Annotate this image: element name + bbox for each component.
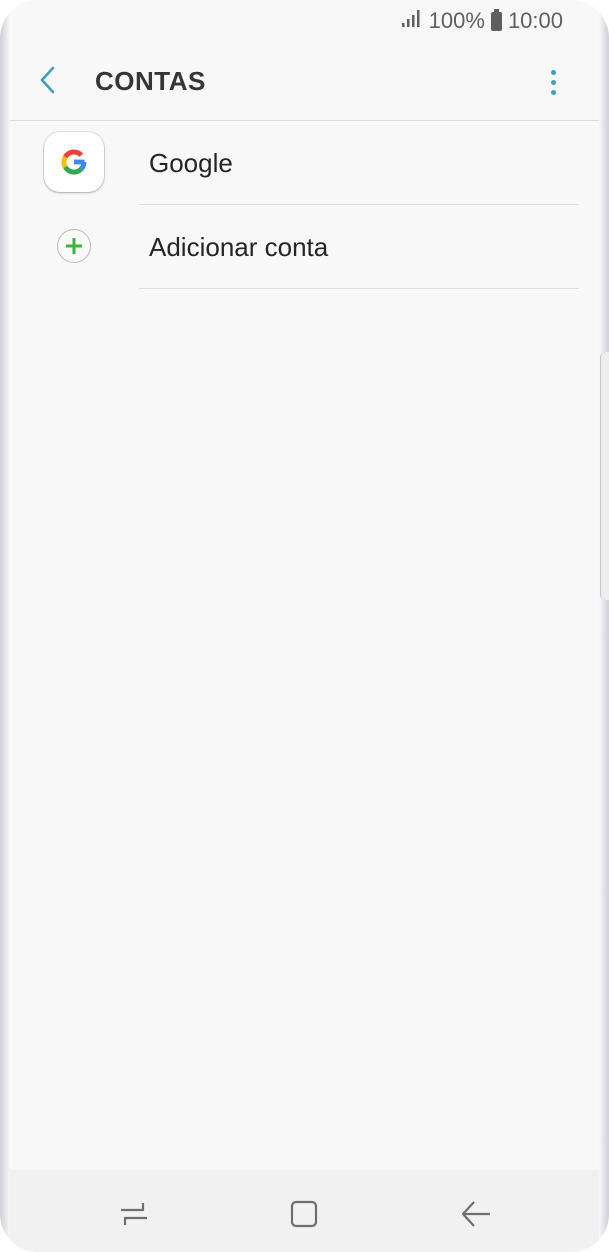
- battery-percentage: 100%: [428, 8, 485, 33]
- status-indicators: 100% 10:00: [401, 8, 563, 34]
- chevron-left-icon: [40, 66, 55, 94]
- battery-icon: [490, 9, 502, 31]
- navigation-bar: [10, 1170, 599, 1252]
- home-icon: [290, 1200, 318, 1228]
- page-title: CONTAS: [95, 66, 206, 96]
- side-edge-handle[interactable]: [600, 352, 609, 600]
- status-bar: 100% 10:00: [10, 0, 599, 44]
- list-item-add-account[interactable]: Adicionar conta: [10, 205, 599, 289]
- back-arrow-icon: [461, 1201, 490, 1227]
- clock: 10:00: [507, 8, 563, 33]
- add-account-label: Adicionar conta: [149, 232, 329, 262]
- recents-button[interactable]: [114, 1194, 154, 1234]
- home-button[interactable]: [284, 1194, 324, 1234]
- more-options-button[interactable]: [537, 64, 569, 100]
- nav-back-button[interactable]: [456, 1194, 496, 1234]
- recents-icon: [121, 1203, 147, 1225]
- account-list: Google Adicionar conta: [10, 121, 599, 289]
- screen: 100% 10:00 CONTAS Google Adicionar conta: [10, 0, 599, 1252]
- back-button[interactable]: [30, 62, 66, 98]
- divider: [139, 288, 579, 289]
- list-item-google-account[interactable]: Google: [10, 121, 599, 205]
- add-circle-icon: [57, 229, 91, 263]
- more-vertical-icon: [550, 69, 556, 75]
- google-icon: [44, 132, 104, 192]
- account-label: Google: [149, 148, 233, 178]
- app-bar: CONTAS: [10, 44, 599, 121]
- device-frame: 100% 10:00 CONTAS Google Adicionar conta: [0, 0, 609, 1252]
- signal-icon: [401, 8, 423, 34]
